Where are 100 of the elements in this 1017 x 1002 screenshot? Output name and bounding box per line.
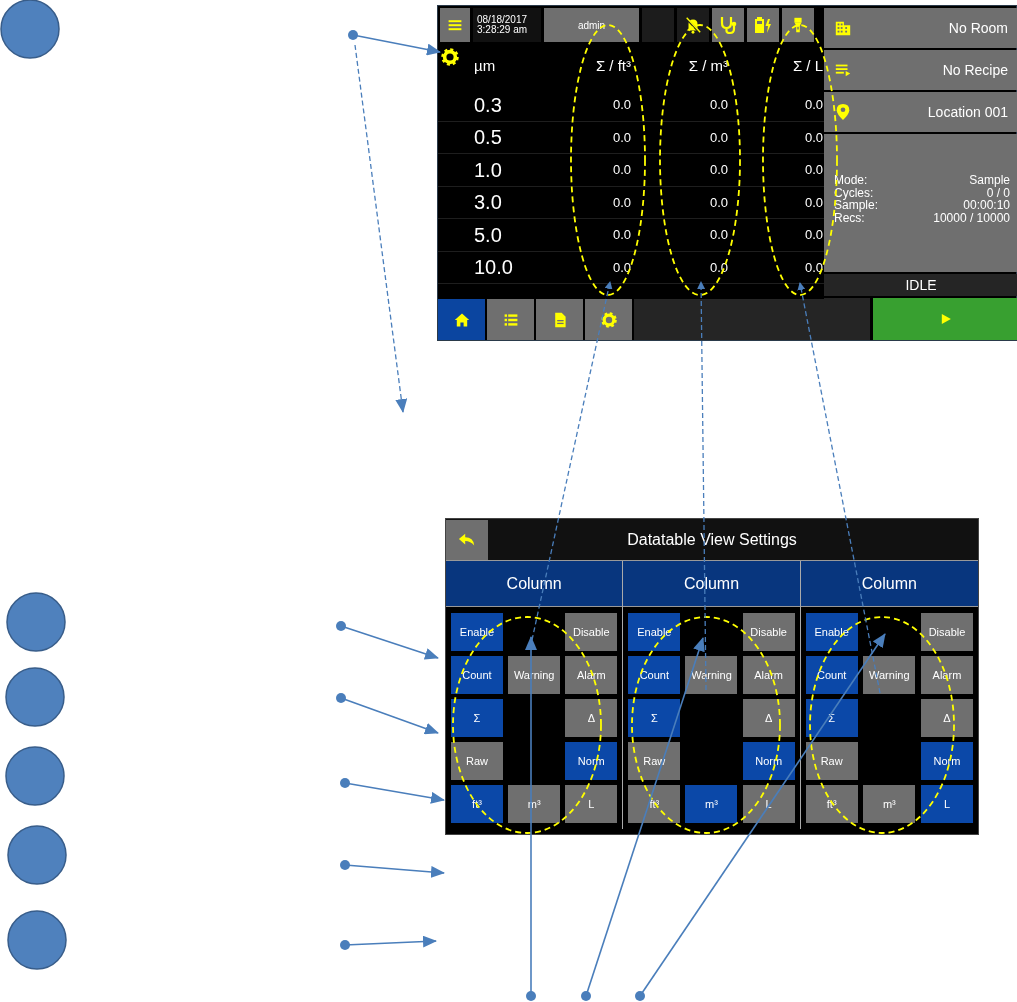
location-pin-icon (834, 103, 852, 121)
row-label: 1.0 (473, 157, 503, 183)
option-button[interactable]: ft³ (628, 785, 681, 823)
column-header: Σ / ft³ (594, 56, 631, 77)
option-button[interactable]: L (565, 785, 618, 823)
steth-button[interactable] (712, 8, 744, 42)
option-button[interactable]: Norm (920, 742, 973, 780)
column-header: Column (623, 561, 800, 607)
option-button[interactable]: Raw (805, 742, 858, 780)
row-label: 3.0 (473, 190, 503, 216)
recipe-button[interactable]: No Recipe (824, 50, 1017, 90)
callout-circle (5, 746, 65, 806)
option-button[interactable]: Δ (565, 699, 618, 737)
option-button[interactable]: Σ (628, 699, 681, 737)
table-cell-text: 0.0 (708, 258, 728, 277)
row-label: 10.0 (473, 255, 514, 281)
callout-circle (5, 667, 65, 727)
option-button[interactable]: Enable (628, 613, 681, 651)
user-button[interactable]: admin (544, 8, 639, 42)
table-cell-text: 0.0 (708, 128, 728, 147)
option-button[interactable]: m³ (508, 785, 561, 823)
table-cell-text: 0.0 (611, 128, 631, 147)
option-button[interactable]: m³ (685, 785, 738, 823)
table-cell-text: 0.0 (708, 96, 728, 114)
option-button[interactable]: Alarm (565, 656, 618, 694)
table-cell-text: 0.0 (611, 226, 631, 244)
table-cell-text: 0.0 (708, 193, 728, 212)
column-header: µm (473, 56, 497, 77)
screen-title: Datatable View Settings (626, 529, 798, 550)
column-header: Column (800, 561, 978, 607)
option-button[interactable]: Enable (451, 613, 503, 651)
status-label: Recs: (834, 211, 865, 225)
menu-icon (447, 17, 463, 33)
nav-button[interactable] (536, 299, 583, 340)
table-cell-text: 0.0 (708, 161, 728, 179)
flash-button[interactable] (782, 8, 814, 42)
table-cell-text: 0.0 (803, 161, 823, 179)
stethoscope-icon (718, 15, 738, 35)
battery-button[interactable] (747, 8, 779, 42)
option-button[interactable]: Disable (920, 613, 973, 651)
column-header: Column (446, 561, 623, 607)
status-value: 0 / 0 (986, 186, 1010, 200)
bell-off-icon (684, 16, 702, 34)
option-button[interactable]: Enable (805, 613, 858, 651)
option-button[interactable]: Σ (451, 699, 503, 737)
table-cell-text: 0.0 (803, 96, 823, 114)
table-cell-text: 0.0 (611, 96, 631, 114)
status-value: Sample (969, 174, 1010, 187)
table-cell-text: 0.0 (611, 161, 631, 179)
row-label: 5.0 (473, 222, 503, 248)
option-button[interactable]: Warning (863, 656, 916, 694)
back-button[interactable] (446, 519, 488, 560)
option-button[interactable]: m³ (863, 785, 916, 823)
option-button[interactable]: Raw (451, 742, 503, 780)
option-button[interactable]: Δ (742, 699, 795, 737)
option-button[interactable]: Alarm (920, 656, 973, 694)
option-button[interactable]: Count (805, 656, 858, 694)
callout-circle (7, 825, 67, 885)
status-value: 10000 / 10000 (933, 211, 1010, 225)
option-button[interactable]: Norm (565, 742, 618, 780)
row-label: 0.3 (473, 92, 503, 118)
menu-button[interactable] (440, 8, 470, 42)
option-button[interactable]: Warning (508, 656, 561, 694)
room-button[interactable]: No Room (824, 8, 1017, 48)
status-label: Mode: (834, 174, 868, 187)
settings-icon (441, 47, 459, 66)
column-header: Σ / m³ (687, 56, 728, 77)
option-button[interactable]: Raw (628, 742, 681, 780)
alarm-button[interactable] (677, 8, 709, 42)
state-label: IDLE (824, 274, 1017, 296)
option-button[interactable]: Disable (742, 613, 795, 651)
status-value: 00:00:10 (963, 199, 1010, 212)
option-button[interactable]: L (920, 785, 973, 823)
status-label: Sample: (834, 199, 879, 212)
settings-icon (600, 311, 617, 328)
nav-button[interactable] (585, 299, 632, 340)
option-button[interactable]: Count (451, 656, 503, 694)
table-cell-text: 0.0 (803, 226, 823, 244)
option-button[interactable]: Warning (685, 656, 738, 694)
toolbar-background (642, 8, 674, 42)
battery-charging-icon (753, 15, 773, 35)
option-button[interactable]: Disable (565, 613, 618, 651)
date-time: 08/18/2017 3:28:29 am (473, 8, 541, 42)
list-icon (502, 311, 519, 328)
table-cell-text: 0.0 (611, 193, 631, 212)
nav-button[interactable] (438, 299, 485, 340)
option-button[interactable]: Alarm (742, 656, 795, 694)
table-cell-text: 0.0 (708, 226, 728, 244)
row-label: 0.5 (473, 125, 503, 151)
nav-button[interactable] (487, 299, 534, 340)
table-cell-text: 0.0 (803, 193, 823, 212)
building-icon (834, 19, 852, 37)
option-button[interactable]: Δ (920, 699, 973, 737)
start-button[interactable] (873, 298, 1017, 340)
option-button[interactable]: Count (628, 656, 681, 694)
column-header: Σ / L (791, 56, 823, 77)
option-button[interactable]: Norm (742, 742, 795, 780)
table-cell-text: 0.0 (803, 128, 823, 147)
callout-circle (7, 910, 67, 970)
location-button[interactable]: Location 001 (824, 92, 1017, 132)
